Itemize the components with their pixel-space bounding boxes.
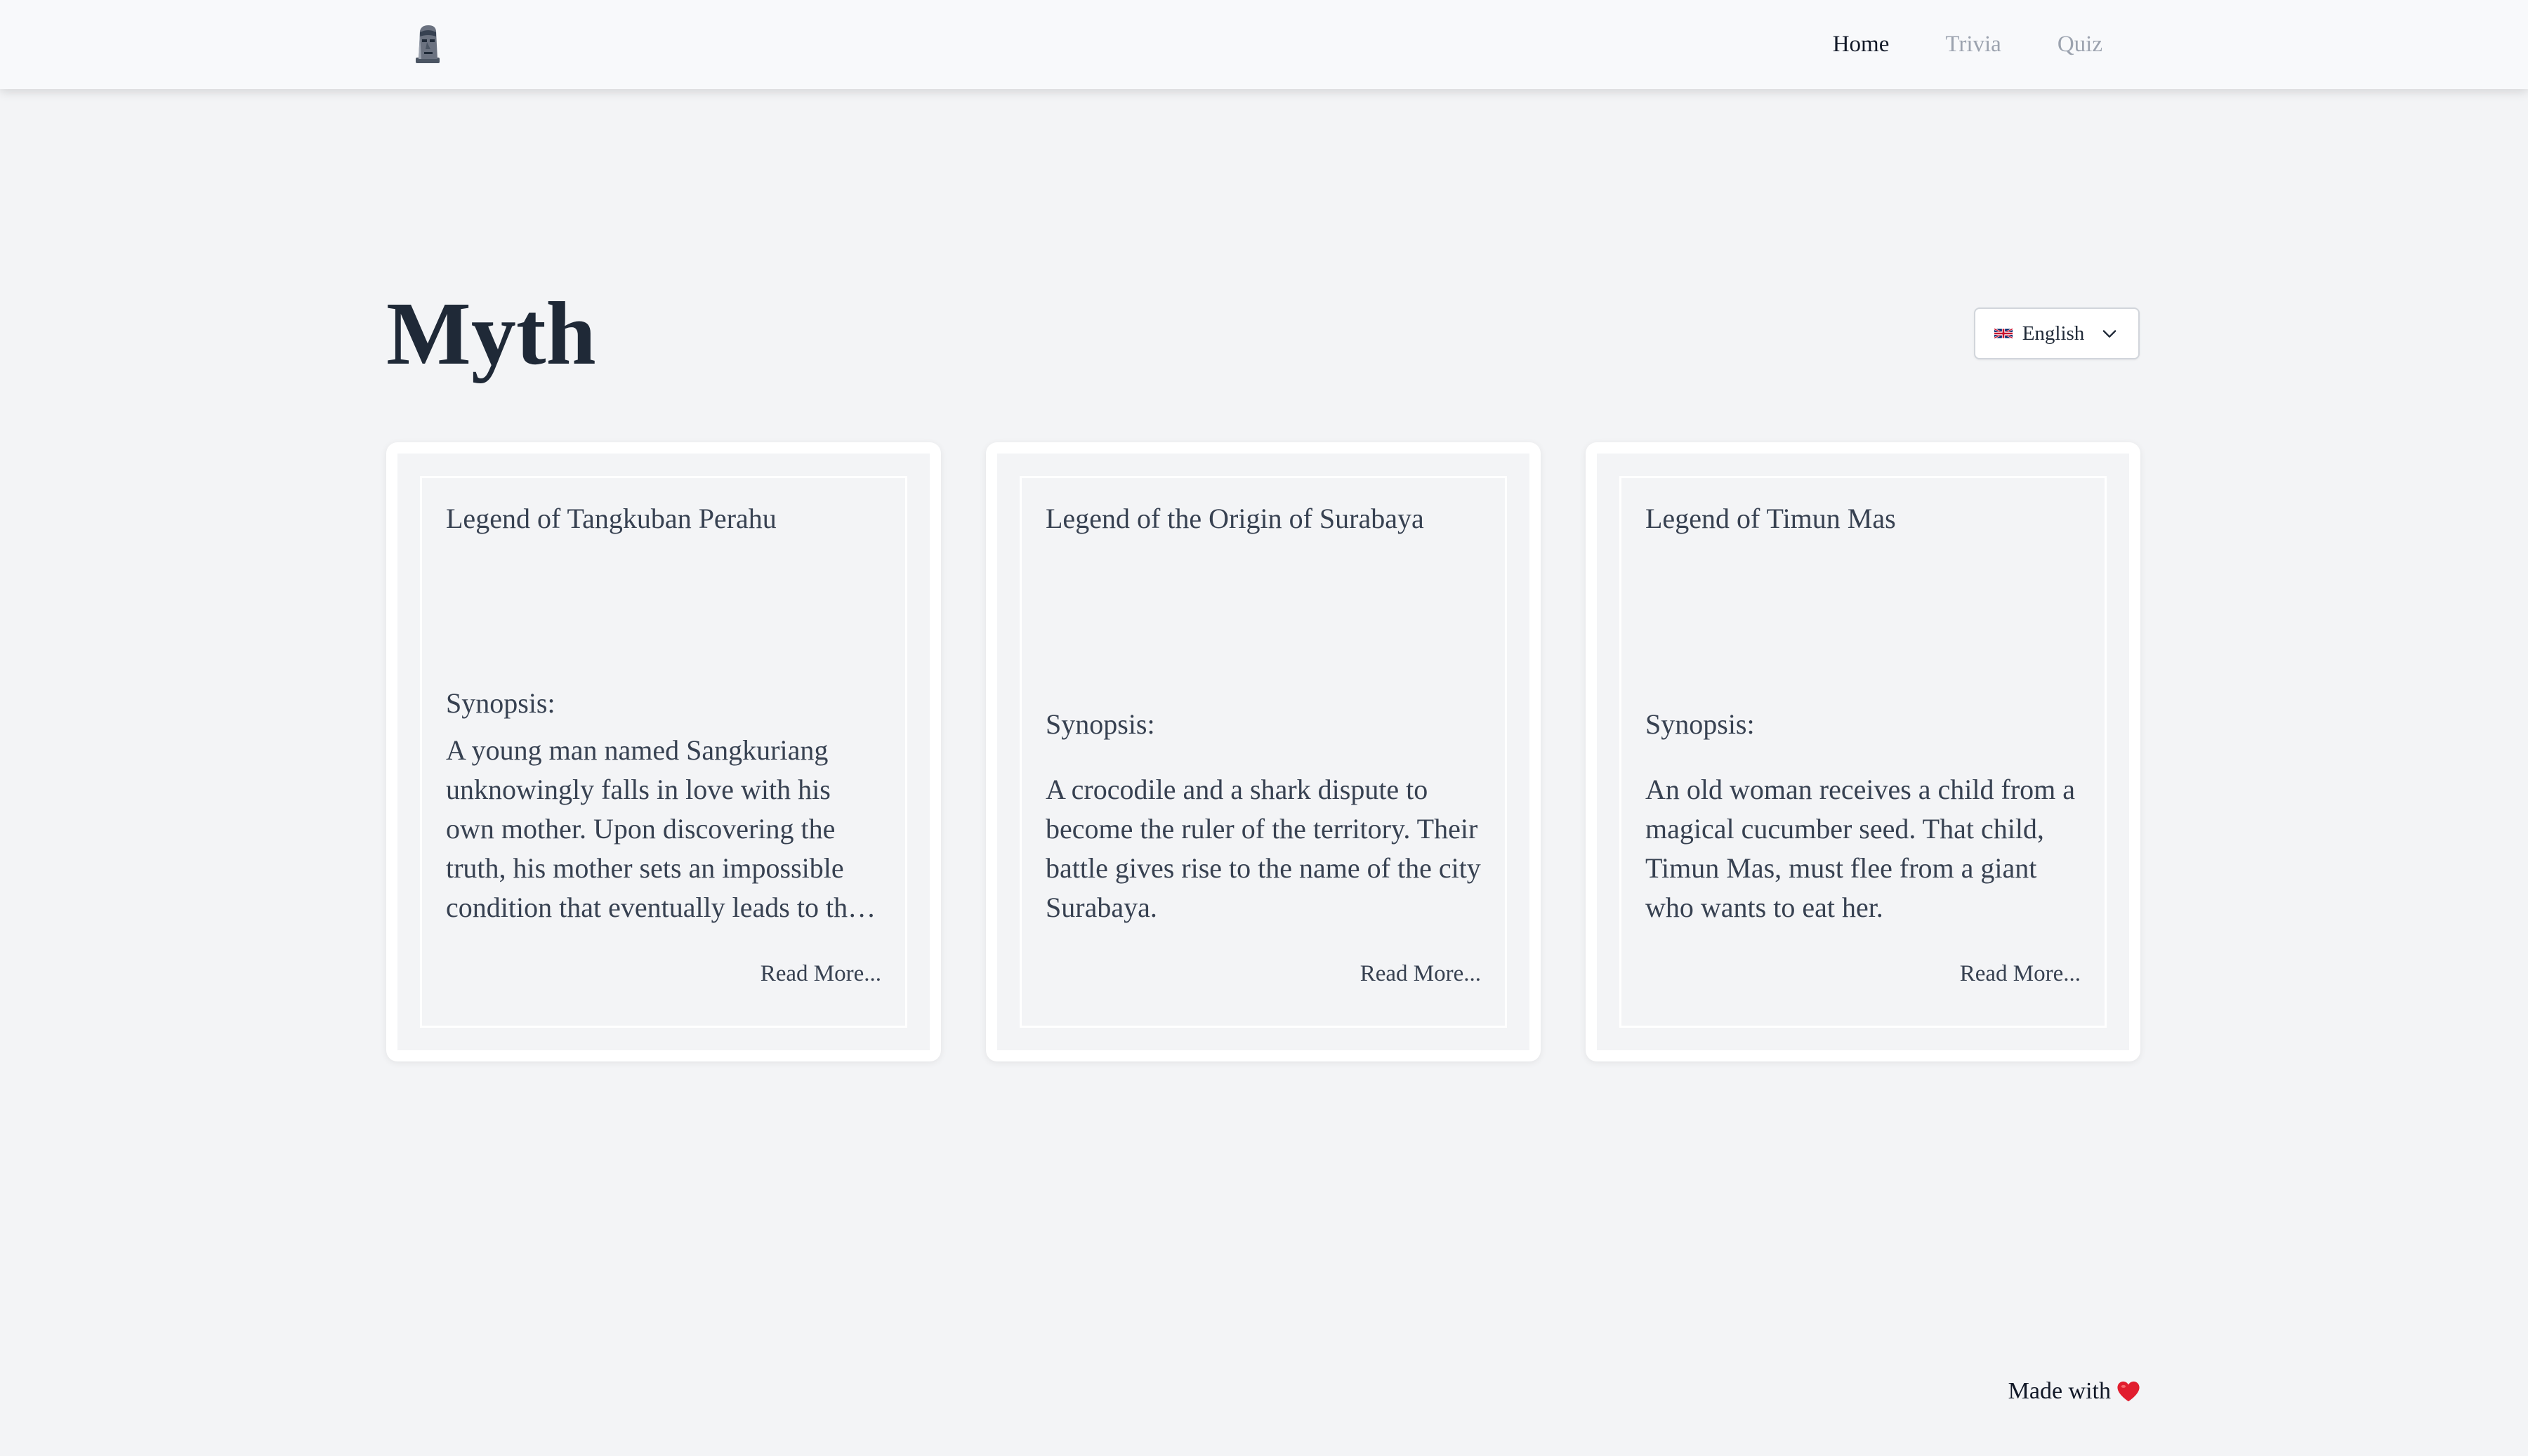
synopsis-block: Synopsis: A crocodile and a shark disput… (1046, 707, 1481, 927)
nav-links: Home Trivia Quiz (1833, 0, 2102, 89)
moai-statue-icon (416, 25, 440, 63)
synopsis-label: Synopsis: (446, 687, 555, 719)
card-frame: Legend of the Origin of Surabaya Synopsi… (997, 454, 1529, 1050)
card-frame: Legend of Timun Mas Synopsis: An old wom… (1597, 454, 2129, 1050)
card-frame: Legend of Tangkuban Perahu Synopsis: A y… (397, 454, 930, 1050)
card-title: Legend of Tangkuban Perahu (446, 503, 777, 534)
synopsis-label: Synopsis: (1046, 708, 1155, 740)
footer-text: Made with (2008, 1378, 2111, 1404)
card-content: Legend of Tangkuban Perahu Synopsis: A y… (420, 476, 907, 1028)
synopsis-text: A crocodile and a shark dispute to becom… (1046, 774, 1481, 923)
footer: Made with (2008, 1378, 2140, 1405)
synopsis-block: Synopsis: A young man named Sangkuriang … (446, 686, 881, 927)
chevron-down-icon (2102, 330, 2116, 338)
language-select[interactable]: English (1974, 307, 2140, 359)
myth-card: Legend of Timun Mas Synopsis: An old wom… (1586, 442, 2140, 1061)
synopsis-text: A young man named Sangkuriang unknowingl… (446, 734, 860, 923)
synopsis-text: An old woman receives a child from a mag… (1645, 774, 2076, 923)
heart-icon (2117, 1381, 2140, 1402)
card-content: Legend of the Origin of Surabaya Synopsi… (1020, 476, 1507, 1028)
nav-link-quiz[interactable]: Quiz (2058, 32, 2102, 58)
synopsis-block: Synopsis: An old woman receives a child … (1645, 707, 2081, 927)
card-title: Legend of Timun Mas (1645, 503, 1896, 534)
myth-cards: Legend of Tangkuban Perahu Synopsis: A y… (386, 442, 2140, 1061)
page-title: Myth (386, 284, 596, 383)
nav-link-home[interactable]: Home (1833, 32, 1890, 58)
nav-link-trivia[interactable]: Trivia (1945, 32, 2001, 58)
synopsis-label: Synopsis: (1645, 708, 1755, 740)
read-more-link[interactable]: Read More... (761, 960, 881, 988)
card-title: Legend of the Origin of Surabaya (1046, 503, 1424, 534)
read-more-link[interactable]: Read More... (1360, 960, 1481, 988)
language-select-value: English (2022, 322, 2085, 345)
navbar: Home Trivia Quiz (0, 0, 2528, 89)
myth-card: Legend of the Origin of Surabaya Synopsi… (986, 442, 1541, 1061)
uk-flag-icon (1994, 328, 2013, 339)
myth-card: Legend of Tangkuban Perahu Synopsis: A y… (386, 442, 941, 1061)
card-content: Legend of Timun Mas Synopsis: An old wom… (1619, 476, 2107, 1028)
read-more-link[interactable]: Read More... (1960, 960, 2081, 988)
